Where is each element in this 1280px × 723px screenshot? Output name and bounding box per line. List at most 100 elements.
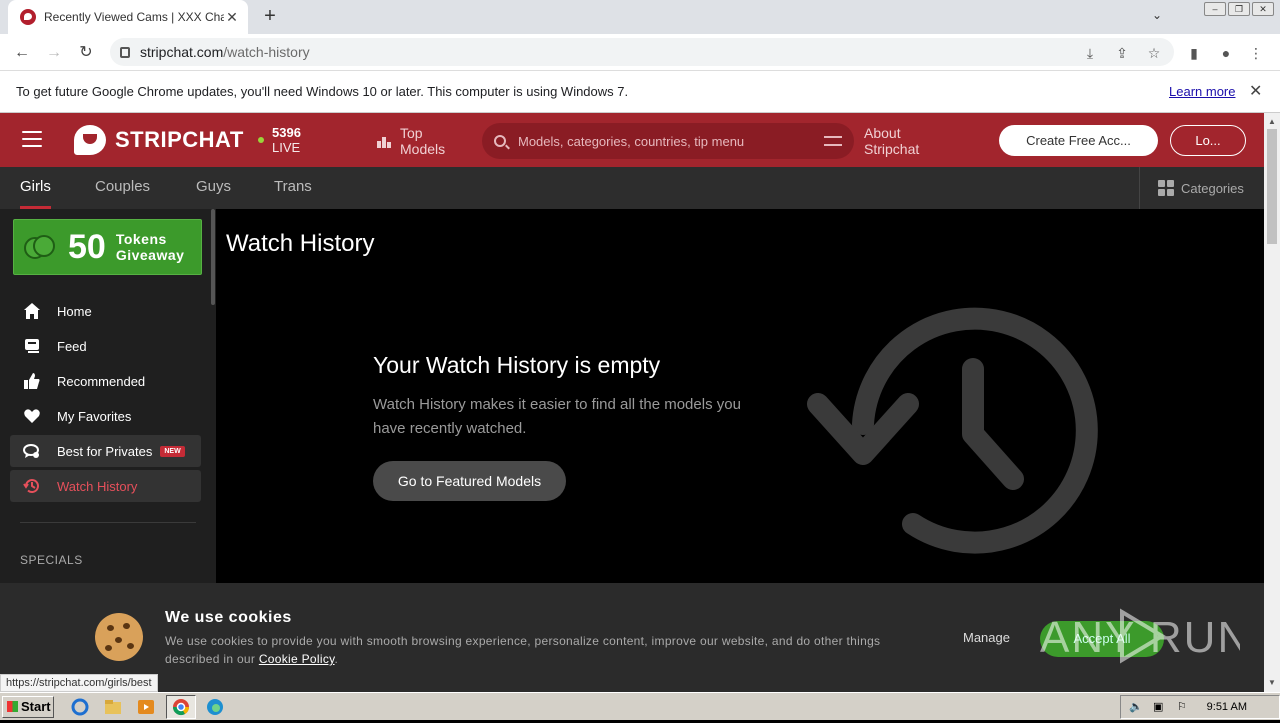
sidebar-item-watch-history[interactable]: Watch History — [10, 470, 201, 502]
empty-state-heading: Your Watch History is empty — [373, 352, 661, 378]
infobar-message: To get future Google Chrome updates, you… — [16, 84, 629, 99]
create-account-button[interactable]: Create Free Acc... — [999, 125, 1158, 156]
stripchat-logo[interactable]: STRIPCHAT — [74, 125, 244, 155]
clock: 9:51 AM — [1206, 701, 1247, 713]
reload-icon[interactable]: ↻ — [75, 42, 97, 64]
login-button[interactable]: Lo... — [1170, 125, 1246, 156]
logo-text: STRIPCHAT — [115, 127, 244, 152]
url-host: stripchat.com — [140, 44, 224, 60]
sidebar: 50 Tokens Giveaway Home Feed Recommended… — [0, 209, 216, 583]
about-line1: About — [864, 125, 901, 141]
cookie-policy-link[interactable]: Cookie Policy — [259, 652, 335, 666]
forward-arrow-icon[interactable]: → — [43, 42, 65, 64]
about-line2: Stripchat — [864, 141, 920, 157]
sidebar-item-label: Watch History — [57, 478, 138, 494]
media-player-taskbar-icon[interactable] — [136, 697, 158, 717]
address-bar[interactable]: stripchat.com/watch-history — [110, 38, 1174, 66]
heart-icon — [23, 407, 41, 425]
close-tab-icon[interactable]: ✕ — [224, 9, 240, 26]
tab-trans[interactable]: Trans — [274, 167, 312, 209]
feed-icon — [23, 337, 41, 355]
logo-mark-icon — [74, 125, 106, 155]
share-icon[interactable]: ⇪ — [1111, 42, 1133, 64]
manage-cookies-button[interactable]: Manage — [963, 630, 1010, 645]
sidebar-item-label: My Favorites — [57, 408, 132, 424]
top-models-link[interactable]: Top Models — [376, 125, 445, 157]
live-dot-icon — [258, 137, 264, 143]
specials-heading: SPECIALS — [20, 553, 83, 567]
promo-line1: Tokens — [115, 231, 167, 247]
explorer-taskbar-icon[interactable] — [103, 697, 125, 717]
sidebar-divider — [20, 522, 196, 523]
sidebar-scrollbar[interactable] — [211, 209, 215, 305]
scroll-up-arrow-icon[interactable]: ▲ — [1264, 115, 1280, 129]
live-count-number: 5396 — [272, 125, 301, 140]
categories-label: Categories — [1181, 180, 1244, 196]
sidebar-item-home[interactable]: Home — [10, 295, 201, 327]
category-nav: Girls Couples Guys Trans Categories — [0, 167, 1264, 209]
scrollbar-thumb[interactable] — [1267, 129, 1277, 244]
promo-line2: Giveaway — [115, 247, 185, 263]
go-to-featured-models-button[interactable]: Go to Featured Models — [373, 461, 566, 501]
minimize-icon[interactable]: – — [1204, 2, 1226, 16]
sidebar-item-label: Feed — [57, 338, 87, 354]
more-menu-icon[interactable]: ⋮ — [1245, 42, 1267, 64]
side-panel-icon[interactable]: ▮ — [1183, 42, 1205, 64]
learn-more-link[interactable]: Learn more — [1169, 84, 1235, 99]
sidebar-item-favorites[interactable]: My Favorites — [10, 400, 201, 432]
top-models-line2: Models — [400, 141, 446, 157]
new-tab-button[interactable]: + — [258, 5, 282, 29]
empty-state-text: Watch History makes it easier to find al… — [373, 396, 741, 437]
about-stripchat-link[interactable]: About Stripchat — [864, 125, 919, 157]
chrome-taskbar-icon[interactable] — [166, 695, 196, 719]
page-scrollbar[interactable]: ▲ ▼ — [1264, 113, 1280, 692]
filter-icon[interactable] — [824, 133, 842, 149]
watch-history-illustration-icon — [807, 307, 1098, 554]
stripchat-favicon-icon — [20, 9, 36, 25]
sidebar-item-label: Home — [57, 303, 92, 319]
network-icon[interactable]: ▣ — [1153, 696, 1163, 718]
edge-taskbar-icon[interactable] — [205, 697, 227, 717]
live-label: LIVE — [272, 140, 301, 155]
profile-avatar-icon[interactable]: ● — [1215, 42, 1237, 64]
promo-number: 50 — [68, 227, 106, 266]
install-app-icon[interactable]: ⤓ — [1079, 42, 1101, 64]
sidebar-item-best-for-privates[interactable]: Best for Privates NEW — [10, 435, 201, 467]
search-input[interactable]: Models, categories, countries, tip menu — [482, 123, 854, 159]
cookie-heading: We use cookies — [165, 609, 292, 626]
hamburger-menu-icon[interactable] — [22, 131, 42, 147]
anyrun-watermark-logo: ANY RUN — [1040, 608, 1240, 664]
ie-taskbar-icon[interactable] — [70, 697, 92, 717]
sidebar-item-recommended[interactable]: Recommended — [10, 365, 201, 397]
coins-icon — [24, 233, 58, 261]
top-models-line1: Top — [400, 125, 423, 141]
tab-girls[interactable]: Girls — [20, 167, 51, 209]
back-arrow-icon[interactable]: ← — [11, 42, 33, 64]
tab-couples[interactable]: Couples — [95, 167, 150, 209]
privates-icon — [23, 442, 41, 460]
scroll-down-arrow-icon[interactable]: ▼ — [1264, 676, 1280, 690]
categories-button[interactable]: Categories — [1139, 167, 1264, 209]
sidebar-item-feed[interactable]: Feed — [10, 330, 201, 362]
tab-title: Recently Viewed Cams | XXX Chat, F — [44, 10, 224, 24]
site-header: STRIPCHAT 5396 LIVE Top Models Models, c… — [0, 113, 1264, 167]
start-button[interactable]: Start — [2, 696, 54, 718]
volume-icon[interactable]: 🔈 — [1129, 696, 1143, 718]
tab-search-chevron-icon[interactable]: ⌄ — [1152, 8, 1162, 22]
system-tray: 🔈 ▣ ⚐ 9:51 AM — [1120, 695, 1280, 719]
browser-tab[interactable]: Recently Viewed Cams | XXX Chat, F ✕ — [8, 0, 248, 34]
main-content: Watch History Your Watch History is empt… — [216, 209, 1264, 583]
browser-tab-strip: Recently Viewed Cams | XXX Chat, F ✕ + ⌄… — [0, 0, 1280, 34]
live-count: 5396 LIVE — [258, 125, 301, 155]
close-window-icon[interactable]: ✕ — [1252, 2, 1274, 16]
sidebar-item-label: Best for Privates — [57, 443, 153, 459]
infobar-close-icon[interactable]: ✕ — [1249, 81, 1262, 101]
grid-icon — [1158, 180, 1174, 196]
action-center-flag-icon[interactable]: ⚐ — [1177, 696, 1187, 718]
bookmark-star-icon[interactable]: ☆ — [1143, 42, 1165, 64]
search-icon — [494, 135, 506, 147]
restore-icon[interactable]: ❐ — [1228, 2, 1250, 16]
watermark-text: ANY RUN — [1040, 613, 1240, 662]
tokens-giveaway-banner[interactable]: 50 Tokens Giveaway — [13, 219, 202, 275]
tab-guys[interactable]: Guys — [196, 167, 231, 209]
